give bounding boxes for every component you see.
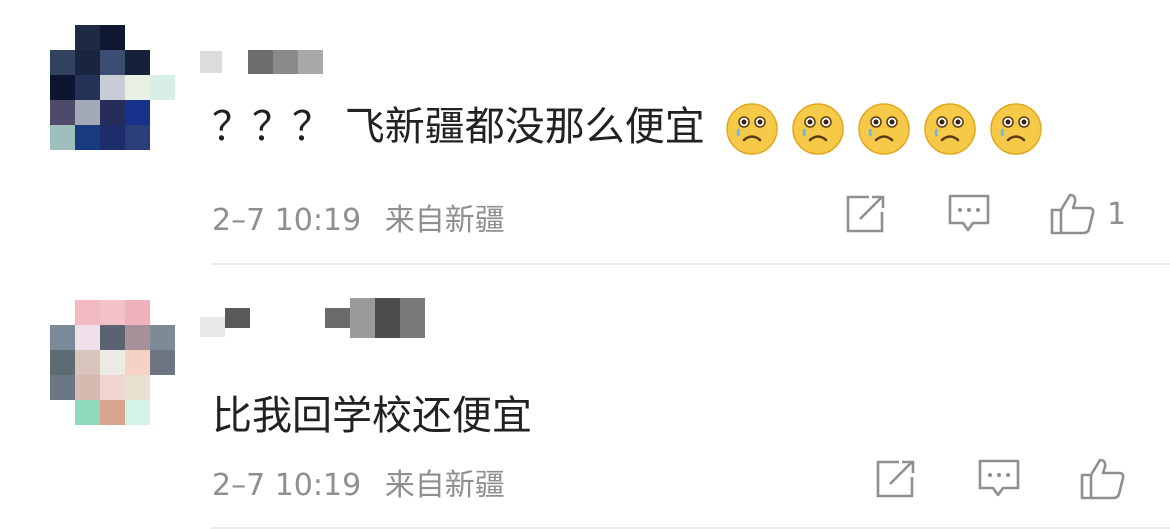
- username-obscured[interactable]: [200, 298, 425, 338]
- share-button[interactable]: [875, 459, 917, 499]
- like-button[interactable]: [1079, 457, 1127, 501]
- comment-actions: [875, 457, 1127, 501]
- comment-text-content: ？？？ 飞新疆都没那么便宜: [212, 104, 705, 150]
- crying-face-emoji: [990, 103, 1043, 155]
- avatar[interactable]: [50, 300, 175, 425]
- timestamp: 2–7 10:19: [212, 468, 362, 503]
- share-icon: [846, 195, 885, 233]
- comment-item: 比我回学校还便宜 2–7 10:19 来自新疆: [0, 265, 1170, 529]
- crying-face-emoji: [924, 103, 977, 155]
- comment-icon: [948, 194, 990, 232]
- comment-text-content: 比我回学校还便宜: [212, 393, 532, 439]
- share-button[interactable]: [845, 194, 887, 234]
- like-count: 1: [1107, 196, 1127, 232]
- comment-actions: 1: [845, 192, 1126, 236]
- crying-face-emoji: [858, 103, 911, 155]
- crying-face-emoji: [792, 103, 845, 155]
- thumbs-up-icon: [1050, 193, 1095, 235]
- username-obscured[interactable]: [200, 48, 323, 76]
- comment-meta: 2–7 10:19 来自新疆: [212, 460, 505, 504]
- location-source: 来自新疆: [384, 468, 505, 503]
- reply-button[interactable]: [947, 193, 991, 235]
- emoji-row: [725, 102, 1043, 156]
- comment-meta: 2–7 10:19 来自新疆: [212, 195, 505, 239]
- comment-item: ？？？ 飞新疆都没那么便宜 2–7 10:19 来自新疆 1: [0, 0, 1170, 265]
- comment-text: ？？？ 飞新疆都没那么便宜: [212, 102, 1043, 156]
- like-button[interactable]: 1: [1049, 192, 1126, 236]
- timestamp: 2–7 10:19: [212, 203, 362, 238]
- comment-icon: [978, 459, 1020, 497]
- share-icon: [876, 460, 915, 498]
- crying-face-emoji: [726, 103, 779, 155]
- comment-text: 比我回学校还便宜: [212, 392, 532, 440]
- reply-button[interactable]: [977, 458, 1021, 500]
- thumbs-up-icon: [1080, 458, 1125, 500]
- avatar[interactable]: [50, 25, 175, 150]
- location-source: 来自新疆: [384, 203, 505, 238]
